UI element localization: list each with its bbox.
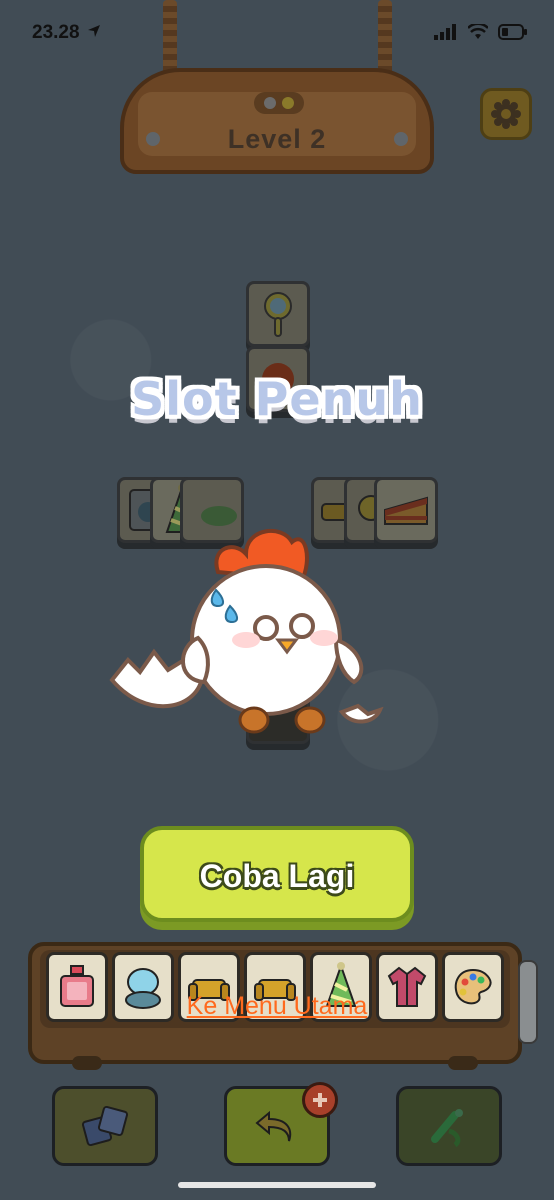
- hand-mirror-icon: [264, 292, 292, 337]
- level-stars: [254, 92, 304, 114]
- status-bar: 23.28: [0, 0, 554, 60]
- plus-icon: [313, 1093, 327, 1107]
- chicken-mascot: [109, 528, 384, 734]
- slot-full-title: Slot Penuh: [131, 372, 423, 426]
- location-arrow-icon: [87, 25, 100, 37]
- tray-wheel: [72, 1056, 102, 1070]
- shuffle-button[interactable]: [52, 1086, 158, 1166]
- retry-button-label: Coba Lagi: [199, 858, 355, 894]
- level-sign: Level 2: [120, 68, 434, 174]
- gear-icon: [491, 99, 521, 129]
- main-menu-link[interactable]: Ke Menu Utama: [0, 992, 554, 1021]
- signal-icon: [434, 24, 456, 40]
- magic-wand-icon: [431, 1109, 463, 1148]
- wifi-icon: [468, 24, 488, 39]
- home-indicator: [178, 1182, 376, 1188]
- status-icons: [434, 24, 528, 40]
- shuffle-icon: [81, 1105, 129, 1147]
- battery-icon: [498, 24, 527, 40]
- hint-button[interactable]: [396, 1086, 502, 1166]
- star-icon: [264, 97, 276, 109]
- add-undo-badge[interactable]: [302, 1082, 338, 1118]
- board-tile[interactable]: [246, 281, 310, 347]
- undo-icon: [255, 1110, 292, 1142]
- star-icon: [282, 97, 294, 109]
- retry-button[interactable]: Coba Lagi: [140, 826, 414, 922]
- tray-wheel: [448, 1056, 478, 1070]
- level-label: Level 2: [227, 124, 327, 154]
- settings-button[interactable]: [480, 88, 532, 140]
- status-time: 23.28: [32, 22, 101, 44]
